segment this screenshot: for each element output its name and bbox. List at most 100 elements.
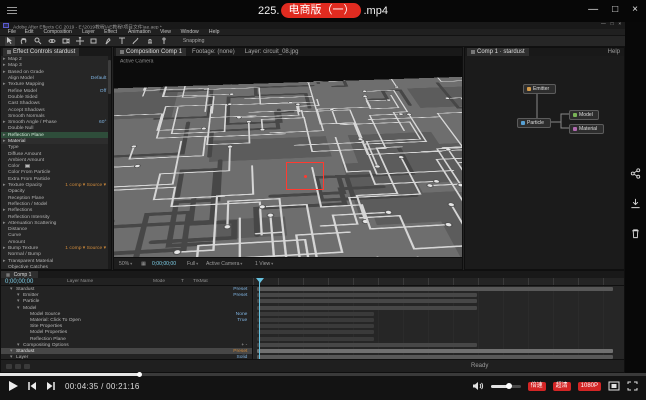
- twirl-icon[interactable]: ▾: [17, 305, 22, 310]
- quality-badge[interactable]: 超清: [553, 382, 571, 391]
- selection-rectangle[interactable]: [286, 162, 324, 190]
- view-layout-dropdown[interactable]: 1 View▾: [255, 261, 273, 266]
- twirl-icon[interactable]: ▾: [10, 287, 15, 292]
- twirl-icon[interactable]: ▾: [17, 293, 22, 298]
- twirl-icon[interactable]: ▸: [3, 220, 7, 225]
- tab-timeline-comp[interactable]: Comp 1: [1, 271, 38, 278]
- viewport-timecode[interactable]: 0;00;00;00: [152, 261, 176, 266]
- twirl-icon[interactable]: ▸: [3, 63, 7, 68]
- property-value[interactable]: 1 comp ▾ Source ▾: [66, 183, 108, 188]
- twirl-icon[interactable]: ▸: [3, 120, 7, 125]
- node-material[interactable]: Material: [569, 124, 604, 134]
- puppet-pin-tool-icon[interactable]: [159, 37, 169, 46]
- twirl-icon[interactable]: ▾: [17, 299, 22, 304]
- twirl-icon[interactable]: ▸: [3, 258, 7, 263]
- seek-bar[interactable]: [0, 373, 646, 376]
- property-value[interactable]: Default: [91, 76, 108, 81]
- play-button[interactable]: [9, 381, 18, 391]
- layer-duration-bar[interactable]: [257, 306, 477, 310]
- selection-tool-icon[interactable]: [5, 37, 15, 46]
- tab-stardust[interactable]: Comp 1 · stardust: [467, 48, 529, 56]
- menu-composition[interactable]: Composition: [44, 29, 72, 34]
- ae-maximize-button[interactable]: □: [610, 22, 613, 27]
- twirl-icon[interactable]: ▸: [3, 69, 7, 74]
- tab-effect-controls[interactable]: Effect Controls stardust: [3, 48, 79, 56]
- node-graph[interactable]: Emitter Particle Model Material: [465, 56, 624, 269]
- tab-footage[interactable]: Footage: (none): [188, 48, 239, 56]
- zoom-level-dropdown[interactable]: 50%▾: [119, 261, 132, 266]
- toggle-icon[interactable]: [24, 364, 30, 369]
- scrollbar[interactable]: [108, 56, 111, 269]
- text-tool-icon[interactable]: [117, 37, 127, 46]
- resolution-badge[interactable]: 1080P: [578, 382, 601, 391]
- camera-tool-icon[interactable]: [61, 37, 71, 46]
- layer-value[interactable]: Preset: [233, 287, 252, 292]
- close-button[interactable]: ×: [632, 3, 638, 17]
- menu-effect[interactable]: Effect: [105, 29, 118, 34]
- shape-tool-icon[interactable]: [89, 37, 99, 46]
- download-icon[interactable]: [629, 197, 642, 210]
- volume-slider[interactable]: [491, 385, 521, 388]
- playhead-marker[interactable]: [256, 278, 264, 283]
- twirl-icon[interactable]: ▸: [3, 183, 7, 188]
- volume-icon[interactable]: [472, 381, 484, 391]
- ae-close-button[interactable]: ×: [618, 22, 621, 27]
- twirl-icon[interactable]: ▾: [17, 342, 22, 347]
- grid-guides-icon[interactable]: ▦: [141, 261, 146, 267]
- property-value[interactable]: 1 comp ▾ Source ▾: [66, 246, 108, 251]
- node-particle[interactable]: Particle: [517, 118, 551, 128]
- layer-duration-bar[interactable]: [257, 299, 477, 303]
- ae-minimize-button[interactable]: —: [601, 22, 606, 27]
- next-button[interactable]: [46, 381, 56, 391]
- trash-icon[interactable]: [629, 227, 642, 240]
- tab-layer[interactable]: Layer: circuit_08.jpg: [241, 48, 303, 56]
- playhead-line[interactable]: [259, 278, 260, 359]
- pen-tool-icon[interactable]: [103, 37, 113, 46]
- web-fullscreen-icon[interactable]: [608, 381, 620, 391]
- menu-edit[interactable]: Edit: [24, 29, 33, 34]
- layer-duration-bar[interactable]: [257, 337, 374, 341]
- layer-value[interactable]: None: [235, 311, 252, 316]
- current-time-display[interactable]: 0;00;00;00: [5, 279, 33, 285]
- layer-duration-bar[interactable]: [257, 287, 613, 291]
- fullscreen-icon[interactable]: [627, 381, 638, 391]
- property-value[interactable]: 60°: [99, 120, 108, 125]
- time-ruler[interactable]: [253, 278, 624, 285]
- twirl-icon[interactable]: ▸: [3, 82, 7, 87]
- pan-behind-tool-icon[interactable]: [75, 37, 85, 46]
- share-icon[interactable]: [629, 167, 642, 180]
- clone-stamp-tool-icon[interactable]: [145, 37, 155, 46]
- minimize-button[interactable]: —: [588, 3, 598, 17]
- node-emitter[interactable]: Emitter: [523, 84, 556, 94]
- zoom-tool-icon[interactable]: [33, 37, 43, 46]
- property-value[interactable]: Off: [100, 88, 108, 93]
- twirl-icon[interactable]: ▸: [3, 246, 7, 251]
- layer-duration-bar[interactable]: [257, 312, 374, 316]
- menu-icon[interactable]: [7, 7, 17, 15]
- previous-button[interactable]: [27, 381, 37, 391]
- orbit-tool-icon[interactable]: [47, 37, 57, 46]
- color-swatch[interactable]: [25, 165, 30, 168]
- layer-duration-bar[interactable]: [257, 349, 613, 353]
- layer-value[interactable]: + -: [241, 342, 252, 347]
- layer-duration-bar[interactable]: [257, 318, 374, 322]
- layer-duration-bar[interactable]: [257, 324, 374, 328]
- tab-composition[interactable]: Composition Comp 1: [116, 48, 186, 56]
- twirl-icon[interactable]: ▸: [3, 208, 7, 213]
- track-area[interactable]: [253, 286, 624, 359]
- layer-value[interactable]: Preset: [233, 349, 252, 354]
- menu-file[interactable]: File: [8, 29, 16, 34]
- layer-value[interactable]: Preset: [233, 293, 252, 298]
- twirl-icon[interactable]: ▾: [10, 349, 15, 354]
- layer-duration-bar[interactable]: [257, 330, 374, 334]
- twirl-icon[interactable]: ▸: [3, 132, 7, 137]
- effect-property-row[interactable]: Objective Catches: [1, 264, 108, 269]
- layer-duration-bar[interactable]: [257, 343, 477, 347]
- toggle-icon[interactable]: [15, 364, 21, 369]
- menu-animation[interactable]: Animation: [128, 29, 151, 34]
- menu-view[interactable]: View: [160, 29, 171, 34]
- speed-badge[interactable]: 倍速: [528, 382, 546, 391]
- hand-tool-icon[interactable]: [19, 37, 29, 46]
- node-model[interactable]: Model: [569, 110, 599, 120]
- menu-layer[interactable]: Layer: [83, 29, 96, 34]
